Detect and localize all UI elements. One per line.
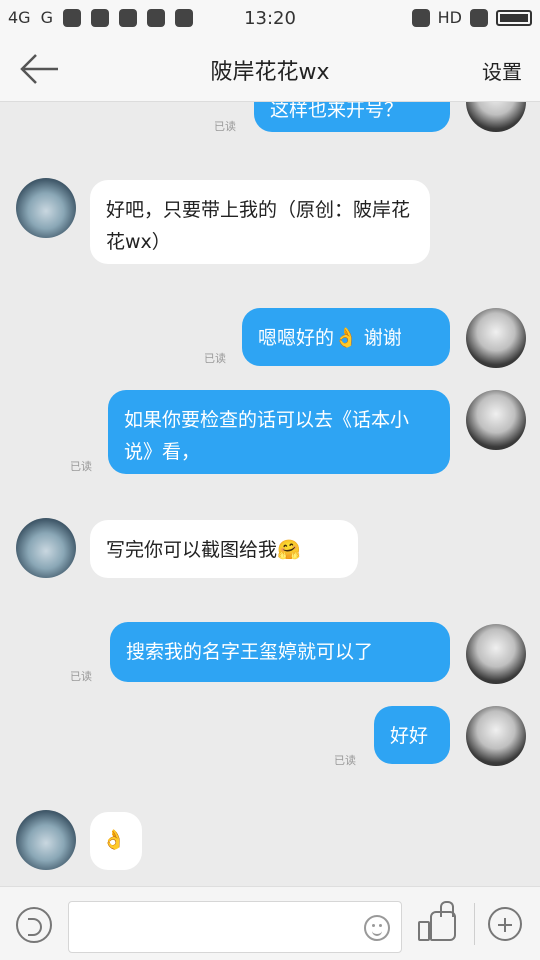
message-text: 写完你可以截图给我🤗 bbox=[106, 539, 301, 561]
input-divider bbox=[474, 903, 475, 945]
my-avatar[interactable] bbox=[466, 706, 526, 766]
my-avatar[interactable] bbox=[466, 624, 526, 684]
message-text: 搜索我的名字王玺婷就可以了 bbox=[126, 641, 374, 663]
hd-label: HD bbox=[437, 8, 462, 27]
network-label-2: G bbox=[40, 8, 53, 27]
network-label-1: 4G bbox=[8, 8, 31, 27]
thumbs-up-icon-part bbox=[430, 901, 456, 941]
status-left: 4G G bbox=[8, 8, 193, 27]
crown-icon bbox=[174, 8, 193, 27]
my-avatar[interactable] bbox=[466, 102, 526, 132]
my-avatar[interactable] bbox=[466, 308, 526, 368]
message-bubble: 如果你要检查的话可以去《话本小说》看， bbox=[108, 390, 450, 474]
my-avatar[interactable] bbox=[466, 390, 526, 450]
message-text: 好好 bbox=[390, 725, 429, 747]
back-arrow-icon bbox=[20, 54, 58, 84]
plus-button[interactable] bbox=[488, 907, 522, 941]
thumbs-up-icon bbox=[418, 921, 430, 941]
message-text: 👌 bbox=[102, 829, 126, 851]
chat-title: 陂岸花花wx bbox=[210, 60, 330, 85]
voice-button[interactable] bbox=[16, 907, 52, 943]
contact-avatar[interactable] bbox=[16, 518, 76, 578]
thumbs-up-button[interactable] bbox=[418, 901, 458, 945]
message-text: 嗯嗯好的👌 谢谢 bbox=[258, 327, 402, 349]
tool-icon bbox=[118, 8, 137, 27]
contact-avatar[interactable] bbox=[16, 178, 76, 238]
message-text: 如果你要检查的话可以去《话本小说》看， bbox=[124, 409, 410, 463]
status-right: HD bbox=[411, 8, 532, 27]
message-input[interactable] bbox=[68, 901, 402, 953]
read-receipt: 已读 bbox=[214, 120, 236, 133]
message-bubble: 嗯嗯好的👌 谢谢 bbox=[242, 308, 450, 366]
weibo-icon bbox=[62, 8, 81, 27]
input-bar bbox=[0, 886, 540, 960]
chat-icon bbox=[146, 8, 165, 27]
alarm-icon bbox=[411, 8, 430, 27]
read-receipt: 已读 bbox=[70, 670, 92, 683]
message-bubble: 好好 bbox=[374, 706, 450, 764]
message-bubble: 👌 bbox=[90, 812, 142, 870]
status-bar: 4G G 13:20 HD bbox=[0, 0, 540, 36]
emoji-button[interactable] bbox=[364, 915, 390, 941]
chat-area[interactable]: 这样也来开号？ 已读 好吧，只要带上我的（原创：陂岸花花wx） 嗯嗯好的👌 谢谢… bbox=[0, 102, 540, 886]
chat-header: 陂岸花花wx 设置 bbox=[0, 36, 540, 102]
message-bubble: 这样也来开号？ bbox=[254, 102, 450, 132]
battery-icon bbox=[496, 9, 532, 26]
back-button[interactable] bbox=[18, 50, 62, 88]
read-receipt: 已读 bbox=[70, 460, 92, 473]
contact-avatar[interactable] bbox=[16, 810, 76, 870]
message-bubble: 好吧，只要带上我的（原创：陂岸花花wx） bbox=[90, 180, 430, 264]
settings-button[interactable]: 设置 bbox=[482, 56, 522, 85]
app-icon bbox=[90, 8, 109, 27]
wifi-icon bbox=[470, 8, 488, 27]
message-text: 这样也来开号？ bbox=[270, 102, 404, 121]
message-bubble: 写完你可以截图给我🤗 bbox=[90, 520, 358, 578]
status-time: 13:20 bbox=[244, 8, 296, 29]
message-text: 好吧，只要带上我的（原创：陂岸花花wx） bbox=[106, 199, 411, 253]
read-receipt: 已读 bbox=[204, 352, 226, 365]
message-bubble: 搜索我的名字王玺婷就可以了 bbox=[110, 622, 450, 682]
read-receipt: 已读 bbox=[334, 754, 356, 767]
